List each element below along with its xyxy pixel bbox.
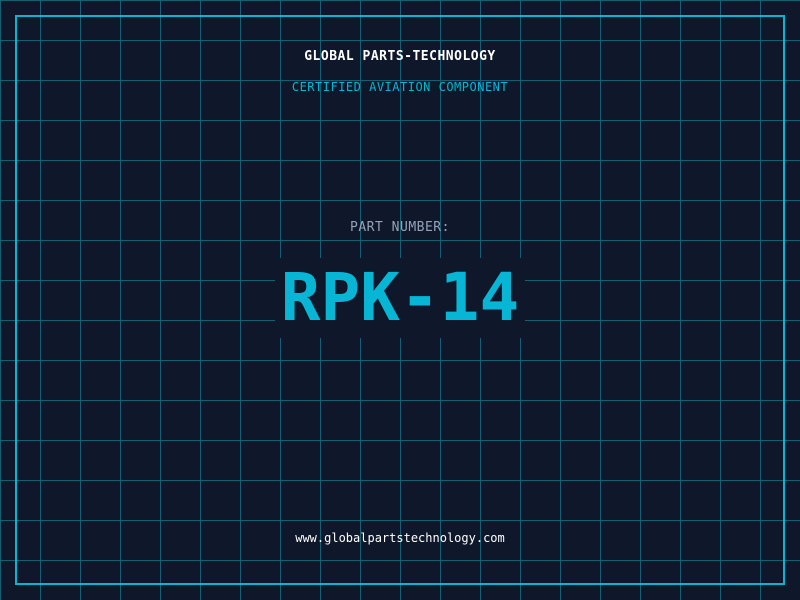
website-url: www.globalpartstechnology.com	[295, 531, 505, 545]
company-name: GLOBAL PARTS-TECHNOLOGY	[304, 49, 496, 64]
certification-subtitle: CERTIFIED AVIATION COMPONENT	[291, 80, 509, 94]
part-number-label: PART NUMBER:	[350, 220, 450, 235]
part-number: RPK-14	[274, 258, 526, 338]
part-number-container: RPK-14	[0, 258, 800, 338]
